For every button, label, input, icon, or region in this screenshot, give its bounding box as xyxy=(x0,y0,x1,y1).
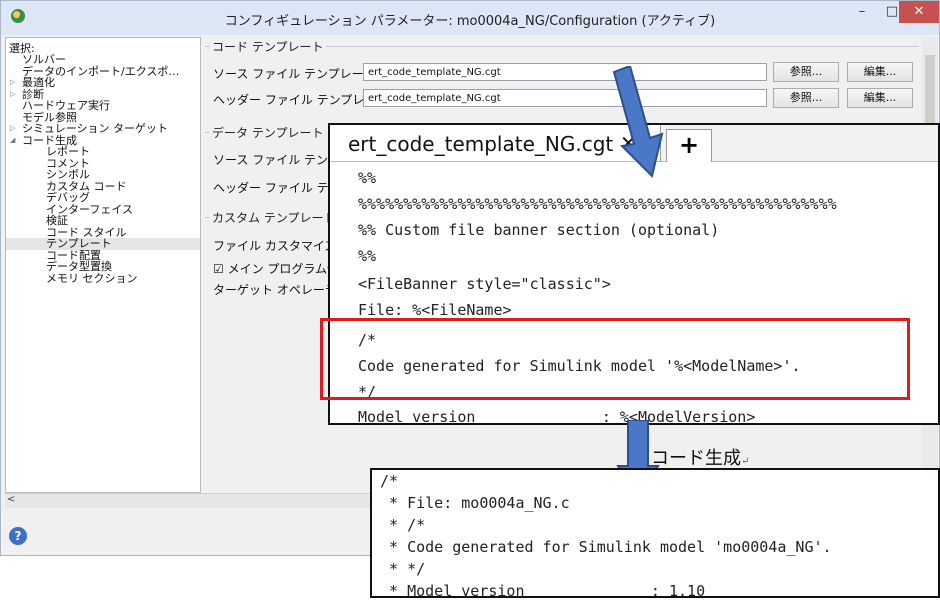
tree-item-code-generation[interactable]: ◢ コード生成 xyxy=(6,134,200,147)
source-template-label: ソース ファイル テンプレート: xyxy=(213,67,380,81)
output-line: * /* xyxy=(380,516,426,534)
tree-item-report[interactable]: レポート xyxy=(6,146,200,158)
expand-arrow-icon[interactable]: ▷ xyxy=(10,89,15,101)
custom-template-section-title: カスタム テンプレート xyxy=(209,209,339,226)
tree-item-interface[interactable]: インターフェイス xyxy=(6,203,200,216)
category-tree[interactable]: 選択: ソルバー データのインポート/エクスポ… ▷ 最適化 ▷ 診断 ハードウ… xyxy=(5,37,201,493)
code-template-section-title: コード テンプレート xyxy=(209,38,327,55)
header-browse-button[interactable]: 参照... xyxy=(773,88,839,108)
return-mark-icon: ↵ xyxy=(741,456,750,467)
tree-item-memory-sections[interactable]: メモリ セクション xyxy=(6,272,200,285)
code-line: %%%%%%%%%%%%%%%%%%%%%%%%%%%%%%%%%%%%%%%%… xyxy=(358,195,837,213)
collapse-arrow-icon[interactable]: ◢ xyxy=(10,135,15,147)
output-line: * File: mo0004a_NG.c xyxy=(380,494,570,512)
minimize-button[interactable]: – xyxy=(847,1,877,23)
expand-arrow-icon[interactable]: ▷ xyxy=(10,77,15,89)
output-line: * Code generated for Simulink model 'mo0… xyxy=(380,538,832,556)
scroll-left-arrow-icon[interactable]: < xyxy=(7,494,15,505)
output-line: * Model version : 1.10 xyxy=(380,582,706,598)
help-icon[interactable]: ? xyxy=(9,527,27,545)
code-line: <FileBanner style="classic"> xyxy=(358,275,611,293)
expand-arrow-icon[interactable]: ▷ xyxy=(10,123,15,135)
generated-code-box: /* * File: mo0004a_NG.c * /* * Code gene… xyxy=(370,468,940,598)
tree-item-symbols[interactable]: シンボル xyxy=(6,169,200,181)
code-line: %% xyxy=(358,169,377,187)
tree-item-templates[interactable]: テンプレート xyxy=(6,238,200,250)
code-line: %% Custom file banner section (optional) xyxy=(358,221,720,239)
title-bar: コンフィギュレーション パラメーター: mo0004a_NG/Configura… xyxy=(1,1,939,35)
code-line: %% xyxy=(358,247,377,265)
output-line: * */ xyxy=(380,560,426,578)
tree-item-data-type-replacement[interactable]: データ型置換 xyxy=(6,261,200,273)
new-tab-button[interactable]: + xyxy=(666,129,712,162)
source-browse-button[interactable]: 参照... xyxy=(773,62,839,82)
code-line: File: %<FileName> xyxy=(358,301,512,319)
source-edit-button[interactable]: 編集... xyxy=(847,62,913,82)
window-title: コンフィギュレーション パラメーター: mo0004a_NG/Configura… xyxy=(224,14,716,29)
data-template-section-title: データ テンプレート xyxy=(209,124,327,141)
tree-item-verification[interactable]: 検証 xyxy=(6,215,200,227)
tree-item-comments[interactable]: コメント xyxy=(6,157,200,170)
output-line: /* xyxy=(380,472,399,490)
tree-item-custom-code[interactable]: カスタム コード xyxy=(6,180,200,193)
tree-item-hardware[interactable]: ハードウェア実行 xyxy=(6,100,200,112)
code-line: Model version : %<ModelVersion> xyxy=(358,408,756,425)
source-template-input[interactable]: ert_code_template_NG.cgt xyxy=(363,63,767,81)
header-edit-button[interactable]: 編集... xyxy=(847,88,913,108)
header-template-input[interactable]: ert_code_template_NG.cgt xyxy=(363,89,767,107)
arrow-down-right-icon xyxy=(612,66,664,178)
tree-item-debug[interactable]: デバッグ xyxy=(6,192,200,204)
code-generation-text: コード生成 xyxy=(651,448,741,469)
editor-tab-title: ert_code_template_NG.cgt xyxy=(348,132,614,156)
close-button[interactable]: ✕ xyxy=(899,1,939,23)
highlight-box xyxy=(320,318,910,400)
tree-item-solver[interactable]: ソルバー xyxy=(6,54,200,66)
code-generation-label: コード生成↵ xyxy=(651,444,749,470)
